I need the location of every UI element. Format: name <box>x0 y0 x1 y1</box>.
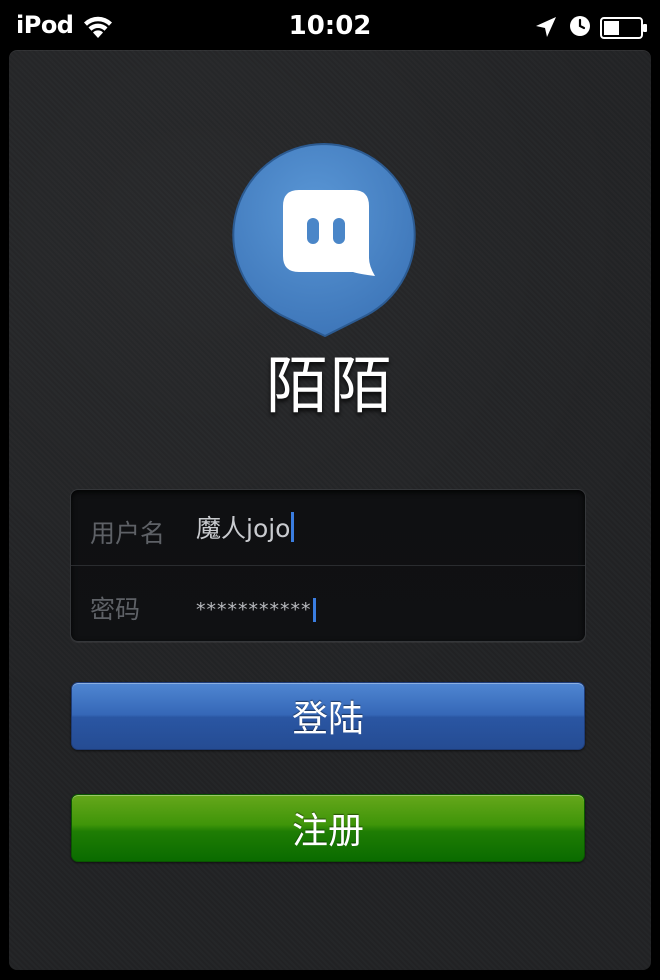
status-bar: iPod 10:02 <box>0 0 660 50</box>
username-label: 用户名 <box>90 519 166 548</box>
username-row[interactable]: 用户名 魔人jojo <box>71 490 585 566</box>
location-arrow-icon <box>536 17 556 37</box>
password-input[interactable]: *********** <box>196 595 316 625</box>
chat-bubble-logo-icon <box>232 142 416 338</box>
password-row[interactable]: 密码 *********** <box>71 566 585 642</box>
text-caret <box>312 598 316 622</box>
login-panel: 陌陌 用户名 魔人jojo 密码 *********** 登陆 注册 <box>9 50 651 970</box>
register-button[interactable]: 注册 <box>71 794 585 862</box>
username-value: 魔人jojo <box>196 514 291 543</box>
password-value: *********** <box>196 599 312 621</box>
login-form: 用户名 魔人jojo 密码 *********** <box>70 489 586 642</box>
login-button[interactable]: 登陆 <box>71 682 585 750</box>
text-caret <box>291 512 295 542</box>
alarm-clock-icon <box>570 16 590 36</box>
password-label: 密码 <box>90 595 141 624</box>
status-time: 10:02 <box>288 11 372 41</box>
app-title: 陌陌 <box>265 349 394 422</box>
username-input[interactable]: 魔人jojo <box>196 512 295 543</box>
battery-icon <box>600 17 647 39</box>
